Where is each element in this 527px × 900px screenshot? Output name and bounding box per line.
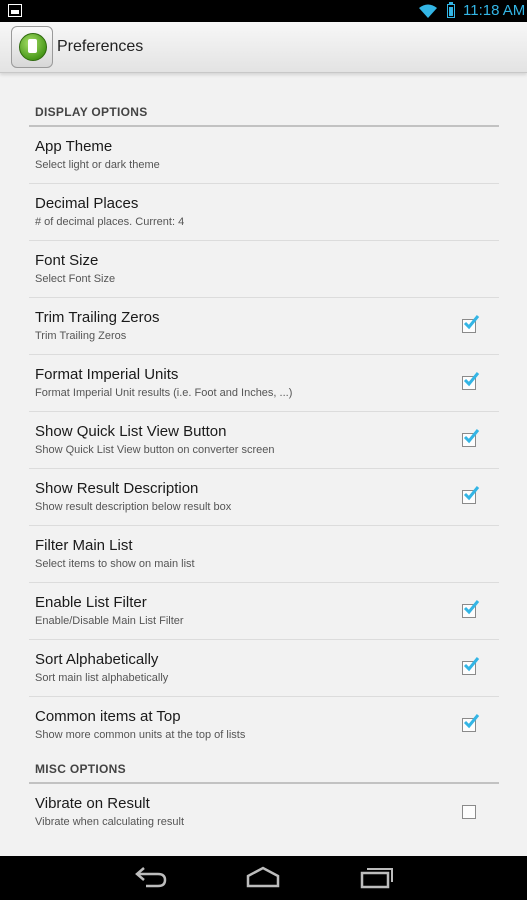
checkmark-icon (463, 315, 480, 330)
pref-summary: Select Font Size (35, 273, 116, 285)
pref-font-size[interactable]: Font Size Select Font Size (29, 241, 499, 298)
section-header-misc-options: MISC OPTIONS (29, 756, 499, 784)
pref-summary: Select light or dark theme (35, 159, 160, 171)
section-header-label: MISC OPTIONS (35, 762, 126, 776)
sort-alphabetically-checkbox[interactable] (462, 657, 480, 675)
pref-filter-main-list[interactable]: Filter Main List Select items to show on… (29, 526, 499, 583)
section-header-display-options: DISPLAY OPTIONS (29, 99, 499, 127)
status-bar: 11:18 AM (0, 0, 527, 22)
pref-title: Sort Alphabetically (35, 651, 159, 668)
pref-app-theme[interactable]: App Theme Select light or dark theme (29, 127, 499, 184)
common-items-at-top-checkbox[interactable] (462, 714, 480, 732)
recent-apps-icon[interactable] (360, 864, 394, 890)
checkmark-icon (463, 429, 480, 444)
pref-common-items-at-top[interactable]: Common items at Top Show more common uni… (29, 697, 499, 754)
pref-enable-list-filter[interactable]: Enable List Filter Enable/Disable Main L… (29, 583, 499, 640)
app-logo-icon (19, 33, 47, 61)
pref-summary: Format Imperial Unit results (i.e. Foot … (35, 387, 293, 399)
wifi-icon (419, 4, 437, 18)
pref-summary: # of decimal places. Current: 4 (35, 216, 185, 228)
checkmark-icon (463, 657, 480, 672)
pref-title: App Theme (35, 138, 113, 155)
status-clock: 11:18 AM (463, 2, 526, 19)
pref-title: Enable List Filter (35, 594, 147, 611)
format-imperial-units-checkbox[interactable] (462, 372, 480, 390)
pref-summary: Enable/Disable Main List Filter (35, 615, 184, 627)
pref-title: Vibrate on Result (35, 795, 150, 812)
section-header-label: DISPLAY OPTIONS (35, 105, 148, 119)
pref-title: Filter Main List (35, 537, 133, 554)
notification-icon (8, 4, 22, 17)
pref-show-result-description[interactable]: Show Result Description Show result desc… (29, 469, 499, 526)
pref-summary: Sort main list alphabetically (35, 672, 169, 684)
pref-summary: Show result description below result box (35, 501, 232, 513)
battery-icon (447, 2, 455, 18)
pref-summary: Trim Trailing Zeros (35, 330, 127, 342)
pref-title: Show Quick List View Button (35, 423, 227, 440)
pref-summary: Select items to show on main list (35, 558, 195, 570)
pref-title: Trim Trailing Zeros (35, 309, 160, 326)
pref-trim-trailing-zeros[interactable]: Trim Trailing Zeros Trim Trailing Zeros (29, 298, 499, 355)
checkmark-icon (463, 372, 480, 387)
home-icon[interactable] (246, 864, 280, 890)
checkmark-icon (463, 714, 480, 729)
vibrate-on-result-checkbox[interactable] (462, 805, 476, 819)
pref-summary: Show more common units at the top of lis… (35, 729, 246, 741)
pref-title: Format Imperial Units (35, 366, 179, 383)
checkmark-icon (463, 600, 480, 615)
show-result-description-checkbox[interactable] (462, 486, 480, 504)
checkmark-icon (463, 486, 480, 501)
pref-summary: Vibrate when calculating result (35, 816, 184, 828)
pref-summary: Show Quick List View button on converter… (35, 444, 275, 456)
back-icon[interactable] (134, 864, 168, 890)
pref-vibrate-on-result[interactable]: Vibrate on Result Vibrate when calculati… (29, 784, 499, 841)
enable-list-filter-checkbox[interactable] (462, 600, 480, 618)
app-icon[interactable] (11, 26, 53, 68)
navigation-bar (0, 856, 527, 900)
pref-title: Font Size (35, 252, 99, 269)
pref-title: Common items at Top (35, 708, 181, 725)
pref-format-imperial-units[interactable]: Format Imperial Units Format Imperial Un… (29, 355, 499, 412)
show-quick-list-view-button-checkbox[interactable] (462, 429, 480, 447)
pref-decimal-places[interactable]: Decimal Places # of decimal places. Curr… (29, 184, 499, 241)
pref-show-quick-list-view-button[interactable]: Show Quick List View Button Show Quick L… (29, 412, 499, 469)
pref-title: Decimal Places (35, 195, 139, 212)
pref-sort-alphabetically[interactable]: Sort Alphabetically Sort main list alpha… (29, 640, 499, 697)
trim-trailing-zeros-checkbox[interactable] (462, 315, 480, 333)
pref-title: Show Result Description (35, 480, 199, 497)
preferences-list[interactable]: DISPLAY OPTIONS App Theme Select light o… (0, 72, 527, 856)
preferences-screen: 11:18 AM Preferences DISPLAY OPTIONS App… (0, 0, 527, 900)
page-title: Preferences (57, 38, 144, 55)
action-bar: Preferences (0, 22, 527, 73)
